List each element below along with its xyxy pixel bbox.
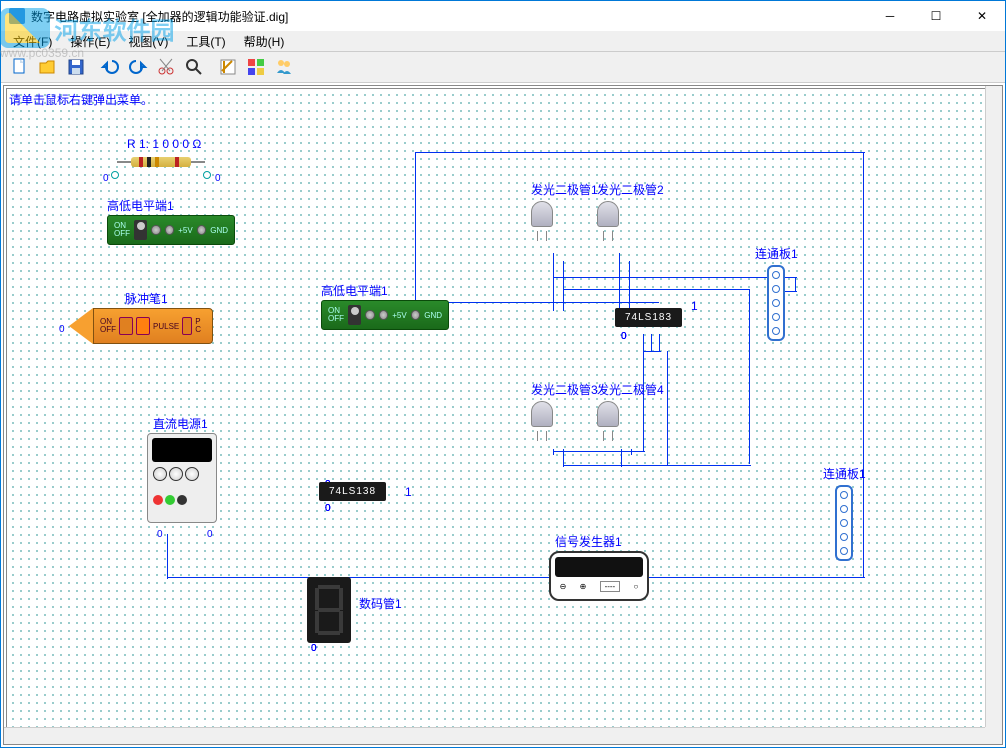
led2-label: 发光二极管2 <box>597 181 664 198</box>
ic-74ls183[interactable]: 74LS183 1 0000000 <box>615 307 682 327</box>
resistor-label: R 1: 1 0 0 0 Ω <box>127 137 201 151</box>
menu-view[interactable]: 视图(V) <box>120 31 176 52</box>
menu-tool[interactable]: 工具(T) <box>178 31 233 52</box>
seg7-label: 数码管1 <box>359 595 402 612</box>
level-terminal-2[interactable]: 高低电平端1 ONOFF +5V GND <box>321 284 449 314</box>
pulse-toggle[interactable] <box>119 317 133 335</box>
led-2[interactable] <box>597 201 619 233</box>
level2-label: 高低电平端1 <box>321 282 388 299</box>
scrollbar-vertical[interactable] <box>985 86 1002 727</box>
maximize-button[interactable]: ☐ <box>913 1 959 31</box>
zoom-button[interactable] <box>181 54 207 80</box>
palette-button[interactable] <box>243 54 269 80</box>
app-icon <box>9 8 25 24</box>
dc-label: 直流电源1 <box>153 415 208 432</box>
open-button[interactable] <box>35 54 61 80</box>
siggen-label: 信号发生器1 <box>555 533 622 550</box>
undo-button[interactable] <box>97 54 123 80</box>
led-3[interactable] <box>531 401 553 433</box>
ic1-body: 74LS183 <box>615 308 682 327</box>
level1-switch[interactable] <box>134 220 147 240</box>
menu-help[interactable]: 帮助(H) <box>236 31 293 52</box>
redo-button[interactable] <box>125 54 151 80</box>
toolbar <box>1 51 1005 83</box>
scrollbar-horizontal[interactable] <box>4 727 985 744</box>
hint-text: 请单击鼠标右键弹出菜单。 <box>9 91 153 108</box>
resistor[interactable]: R 1: 1 0 0 0 Ω 0 0 <box>117 139 177 149</box>
settings-button[interactable] <box>215 54 241 80</box>
menu-edit[interactable]: 操作(E) <box>62 31 118 52</box>
canvas[interactable]: 请单击鼠标右键弹出菜单。 R 1: 1 0 0 0 <box>3 85 1003 745</box>
led1-label: 发光二极管1 <box>531 181 598 198</box>
menu-file[interactable]: 文件(F) <box>5 31 60 52</box>
ic2-body: 74LS138 <box>319 482 386 501</box>
level-terminal-1[interactable]: 高低电平端1 ONOFF +5V GND <box>107 199 235 229</box>
connector-2[interactable]: 连通板1 <box>823 469 841 545</box>
window-title: 数字电路虚拟实验室 [全加器的逻辑功能验证.dig] <box>31 8 867 25</box>
minimize-button[interactable]: ─ <box>867 1 913 31</box>
led-group-top: 发光二极管1 发光二极管2 <box>531 185 619 217</box>
close-button[interactable]: ✕ <box>959 1 1005 31</box>
titlebar[interactable]: 数字电路虚拟实验室 [全加器的逻辑功能验证.dig] ─ ☐ ✕ <box>1 1 1005 31</box>
led3-label: 发光二极管3 <box>531 381 598 398</box>
pulse-label: 脉冲笔1 <box>125 290 168 307</box>
led4-label: 发光二极管4 <box>597 381 664 398</box>
connector-1[interactable]: 连通板1 <box>755 249 773 325</box>
led-4[interactable] <box>597 401 619 433</box>
new-button[interactable] <box>7 54 33 80</box>
ic-74ls138[interactable]: 00000000 74LS138 1 00000000 <box>319 479 386 503</box>
conn1-label: 连通板1 <box>755 245 798 262</box>
users-button[interactable] <box>271 54 297 80</box>
seven-segment[interactable]: 00000 数码管1 00000 <box>307 577 351 643</box>
save-button[interactable] <box>63 54 89 80</box>
window-controls: ─ ☐ ✕ <box>867 1 1005 31</box>
conn2-label: 连通板1 <box>823 465 866 482</box>
signal-generator[interactable]: 信号发生器1 ⊖⊕----○ <box>549 537 649 587</box>
cut-button[interactable] <box>153 54 179 80</box>
menubar: 文件(F) 操作(E) 视图(V) 工具(T) 帮助(H) <box>1 31 1005 51</box>
scroll-corner <box>985 727 1002 744</box>
app-window: 数字电路虚拟实验室 [全加器的逻辑功能验证.dig] ─ ☐ ✕ 河东软件园 w… <box>0 0 1006 748</box>
pulse-button[interactable] <box>136 317 150 335</box>
dc-power[interactable]: 直流电源1 0 0 <box>147 419 217 509</box>
led-group-bottom: 发光二极管3 发光二极管4 <box>531 385 619 417</box>
level1-label: 高低电平端1 <box>107 197 174 214</box>
pulse-pen[interactable]: 脉冲笔1 ONOFF PULSE PC 0 <box>69 294 213 330</box>
led-1[interactable] <box>531 201 553 233</box>
level2-switch[interactable] <box>348 305 361 325</box>
